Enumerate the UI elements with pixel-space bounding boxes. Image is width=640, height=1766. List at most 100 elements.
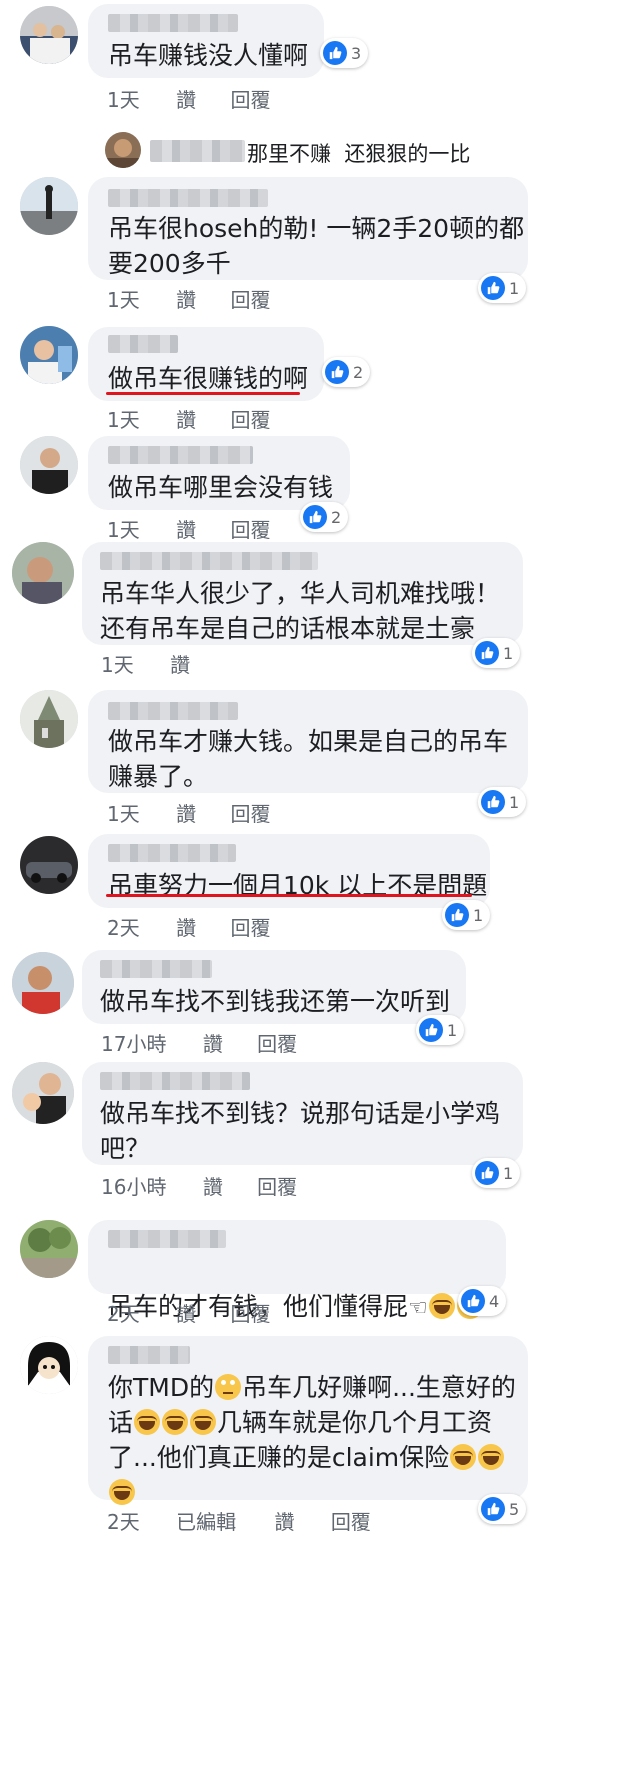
reply-link[interactable]: 回覆	[257, 1028, 297, 1057]
comment-time[interactable]: 1天	[107, 84, 140, 113]
avatar[interactable]	[20, 177, 78, 235]
avatar[interactable]	[20, 326, 78, 384]
reaction-count[interactable]: 1	[472, 638, 521, 668]
thumbs-up-icon	[419, 1018, 443, 1042]
reply-name-blurred[interactable]	[150, 140, 245, 162]
reaction-count[interactable]: 1	[442, 900, 491, 930]
reply-link[interactable]: 回覆	[230, 1298, 270, 1327]
avatar[interactable]	[105, 132, 141, 168]
reply-link[interactable]: 回覆	[230, 798, 270, 827]
comment-actions: 16小時 讚 回覆	[101, 1171, 297, 1200]
comment-line	[108, 1475, 518, 1510]
laughing-emoji-icon	[450, 1444, 477, 1470]
thumbs-up-icon	[481, 1497, 505, 1521]
comment-actions: 1天 讚 回覆	[107, 84, 270, 113]
comment-bubble: 做吊车找不到钱？说那句话是小学鸡 吧？	[82, 1062, 523, 1165]
comment-time[interactable]: 1天	[107, 284, 140, 313]
commenter-name-blurred[interactable]	[108, 446, 253, 464]
reaction-count[interactable]: 3	[320, 38, 369, 68]
commenter-name-blurred[interactable]	[108, 1230, 226, 1248]
reply-link[interactable]: 回覆	[230, 84, 270, 113]
comment-time[interactable]: 16小時	[101, 1171, 166, 1200]
comment-text: 做吊车才赚大钱。如果是自己的吊车 赚暴了。	[108, 727, 509, 791]
reaction-count-value: 1	[503, 1163, 514, 1183]
commenter-name-blurred[interactable]	[100, 552, 318, 570]
laughing-emoji-icon	[190, 1409, 217, 1435]
comment-time[interactable]: 2天	[107, 912, 140, 941]
like-link[interactable]: 讚	[203, 1028, 223, 1057]
thumbs-up-icon	[475, 641, 499, 665]
comment-bubble: 吊车赚钱没人懂啊	[88, 4, 324, 78]
reaction-count-value: 1	[473, 905, 484, 925]
comment-bubble: 吊车的才有钱，他们懂得屁☜	[88, 1220, 506, 1321]
commenter-name-blurred[interactable]	[108, 189, 268, 207]
reply-link[interactable]: 回覆	[230, 514, 270, 543]
reaction-count-value: 1	[509, 792, 520, 812]
avatar[interactable]	[20, 836, 78, 894]
reaction-count[interactable]: 5	[478, 1494, 527, 1524]
like-link[interactable]: 讚	[203, 1171, 223, 1200]
commenter-name-blurred[interactable]	[100, 1072, 250, 1090]
avatar[interactable]	[20, 690, 78, 748]
avatar[interactable]	[20, 1336, 78, 1394]
reply-preview-text[interactable]: 那里不赚 还狠狠的一比	[247, 138, 470, 168]
commenter-name-blurred[interactable]	[108, 702, 238, 720]
like-link[interactable]: 讚	[176, 798, 196, 827]
like-link[interactable]: 讚	[176, 912, 196, 941]
comment-time[interactable]: 2天	[107, 1506, 140, 1535]
avatar[interactable]	[20, 6, 78, 64]
reaction-count-value: 5	[509, 1499, 520, 1519]
comment-bubble: 做吊车哪里会没有钱	[88, 436, 350, 510]
laughing-emoji-icon	[428, 1293, 455, 1319]
reaction-count[interactable]: 1	[416, 1015, 465, 1045]
comment-time[interactable]: 1天	[107, 514, 140, 543]
avatar[interactable]	[20, 436, 78, 494]
comment-bubble: 做吊车很赚钱的啊	[88, 327, 324, 401]
comment-text: 吊车赚钱没人懂啊	[108, 41, 309, 70]
like-link[interactable]: 讚	[274, 1506, 294, 1535]
avatar[interactable]	[12, 542, 74, 604]
commenter-name-blurred[interactable]	[108, 335, 178, 353]
reaction-count[interactable]: 1	[472, 1158, 521, 1188]
commenter-name-blurred[interactable]	[108, 844, 236, 862]
reaction-count[interactable]: 2	[322, 357, 371, 387]
reply-link[interactable]: 回覆	[230, 912, 270, 941]
reply-link[interactable]: 回覆	[230, 284, 270, 313]
reply-link[interactable]: 回覆	[230, 404, 270, 433]
like-link[interactable]: 讚	[176, 1298, 196, 1327]
comment-text: 做吊车找不到钱？说那句话是小学鸡 吧？	[100, 1099, 501, 1163]
comment-time[interactable]: 1天	[107, 798, 140, 827]
thumbs-up-icon	[481, 790, 505, 814]
like-link[interactable]: 讚	[176, 404, 196, 433]
reaction-count-value: 2	[353, 362, 364, 382]
avatar[interactable]	[12, 952, 74, 1014]
commenter-name-blurred[interactable]	[108, 1346, 190, 1364]
reaction-count[interactable]: 4	[458, 1286, 507, 1316]
comment-text: 做吊车哪里会没有钱	[108, 473, 334, 502]
comment-text-body: 你TMD的	[108, 1373, 215, 1402]
like-link[interactable]: 讚	[176, 514, 196, 543]
comment-text-body: 话	[108, 1408, 134, 1437]
commenter-name-blurred[interactable]	[108, 14, 238, 32]
thumbs-up-icon	[475, 1161, 499, 1185]
comment-time[interactable]: 1天	[101, 649, 134, 678]
reaction-count[interactable]: 2	[300, 502, 349, 532]
like-link[interactable]: 讚	[176, 284, 196, 313]
reaction-count[interactable]: 1	[478, 787, 527, 817]
comment-text: 做吊车很赚钱的啊	[108, 364, 309, 393]
highlight-underline	[106, 392, 300, 395]
commenter-name-blurred[interactable]	[100, 960, 212, 978]
reaction-count[interactable]: 1	[478, 273, 527, 303]
comment-time[interactable]: 2天	[107, 1298, 140, 1327]
edited-label[interactable]: 已編輯	[176, 1506, 236, 1535]
like-link[interactable]: 讚	[176, 84, 196, 113]
comment-time[interactable]: 1天	[107, 404, 140, 433]
avatar[interactable]	[20, 1220, 78, 1278]
laughing-emoji-icon	[134, 1409, 161, 1435]
comment-time[interactable]: 17小時	[101, 1028, 166, 1057]
reply-link[interactable]: 回覆	[257, 1171, 297, 1200]
avatar[interactable]	[12, 1062, 74, 1124]
eye-roll-emoji-icon	[215, 1374, 242, 1400]
reply-link[interactable]: 回覆	[331, 1506, 371, 1535]
like-link[interactable]: 讚	[170, 649, 190, 678]
